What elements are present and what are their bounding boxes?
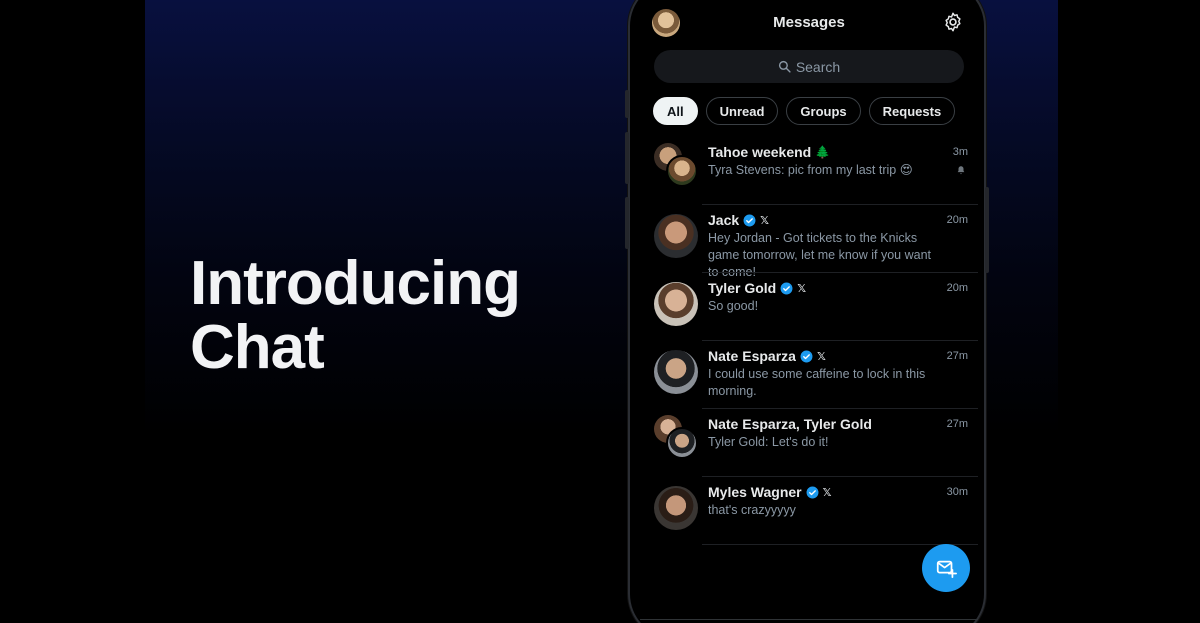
avatar	[654, 350, 698, 394]
conversation-list: Tahoe weekend 🌲 3m Tyra Stevens: pic fro…	[640, 137, 978, 545]
group-avatar-2	[666, 155, 698, 187]
phone-frame: Messages Search All Unread Groups Reques…	[625, 0, 989, 623]
conversation-time: 20m	[946, 282, 968, 294]
conversation-time: 27m	[946, 350, 968, 362]
heart-eyes-emoji: 😍	[899, 163, 913, 177]
headline-line-1: Introducing	[190, 249, 521, 318]
conversation-preview: I could use some caffeine to lock in thi…	[708, 367, 926, 398]
conversation-preview: that's crazyyyyy	[708, 503, 796, 517]
avatar	[654, 486, 698, 530]
x-logo-icon: 𝕏	[822, 486, 832, 499]
headline-line-2: Chat	[190, 313, 325, 382]
conversation-name: Tahoe weekend	[708, 144, 812, 160]
top-bar: Messages	[640, 2, 978, 42]
verified-badge-icon	[780, 282, 793, 294]
filter-tabs: All Unread Groups Requests	[653, 97, 956, 125]
new-message-icon	[936, 560, 957, 579]
avatar	[654, 282, 698, 326]
conversation-name: Nate Esparza	[708, 348, 796, 364]
avatar	[654, 214, 698, 258]
headline: Introducing Chat	[190, 249, 521, 382]
conversation-preview: Tyra Stevens: pic from my last trip 😍	[708, 162, 968, 179]
page-title: Messages	[773, 14, 845, 31]
preview-text: Tyra Stevens: pic from my last trip	[708, 163, 897, 177]
tree-emoji: 🌲	[815, 145, 831, 159]
verified-badge-icon	[806, 486, 819, 498]
conversation-row[interactable]: Nate Esparza 𝕏 27m I could use some caff…	[640, 341, 978, 409]
conversation-time: 27m	[946, 418, 968, 430]
conversation-name: Myles Wagner	[708, 484, 802, 500]
conversation-row[interactable]: Tyler Gold 𝕏 20m So good!	[640, 273, 978, 341]
group-avatar-2	[666, 427, 698, 459]
conversation-name: Nate Esparza, Tyler Gold	[708, 416, 872, 432]
x-logo-icon: 𝕏	[797, 282, 807, 295]
phone-power-button	[985, 187, 989, 273]
conversation-time: 20m	[946, 214, 968, 226]
messages-screen: Messages Search All Unread Groups Reques…	[640, 2, 978, 623]
verified-badge-icon	[743, 214, 756, 226]
filter-groups[interactable]: Groups	[786, 97, 861, 125]
conversation-preview: Tyler Gold: Let's do it!	[708, 435, 829, 449]
conversation-row[interactable]: Myles Wagner 𝕏 30m that's crazyyyyy	[640, 477, 978, 545]
phone-side-button	[625, 90, 629, 118]
conversation-preview: So good!	[708, 299, 759, 313]
mute-icon	[957, 166, 965, 175]
phone-volume-down	[625, 197, 629, 249]
conversation-row[interactable]: Nate Esparza, Tyler Gold 27m Tyler Gold:…	[640, 409, 978, 477]
filter-requests[interactable]: Requests	[868, 97, 956, 125]
x-logo-icon: 𝕏	[760, 214, 770, 227]
x-logo-icon: 𝕏	[816, 350, 826, 363]
filter-all[interactable]: All	[653, 97, 698, 125]
new-message-button[interactable]	[922, 544, 970, 592]
conversation-name: Tyler Gold	[708, 280, 777, 296]
conversation-time: 30m	[946, 486, 968, 498]
conversation-row[interactable]: Jack 𝕏 20m Hey Jordan - Got tickets to t…	[640, 205, 978, 279]
phone-volume-up	[625, 132, 629, 184]
conversation-time: 3m	[952, 146, 968, 158]
search-input[interactable]: Search	[654, 50, 964, 83]
bottom-divider	[640, 619, 978, 620]
gear-icon[interactable]	[942, 11, 964, 33]
conversation-row[interactable]: Tahoe weekend 🌲 3m Tyra Stevens: pic fro…	[640, 137, 978, 205]
conversation-name: Jack	[708, 212, 740, 228]
verified-badge-icon	[800, 350, 813, 362]
search-placeholder: Search	[795, 58, 841, 75]
search-icon	[778, 60, 791, 73]
filter-unread[interactable]: Unread	[705, 97, 779, 125]
